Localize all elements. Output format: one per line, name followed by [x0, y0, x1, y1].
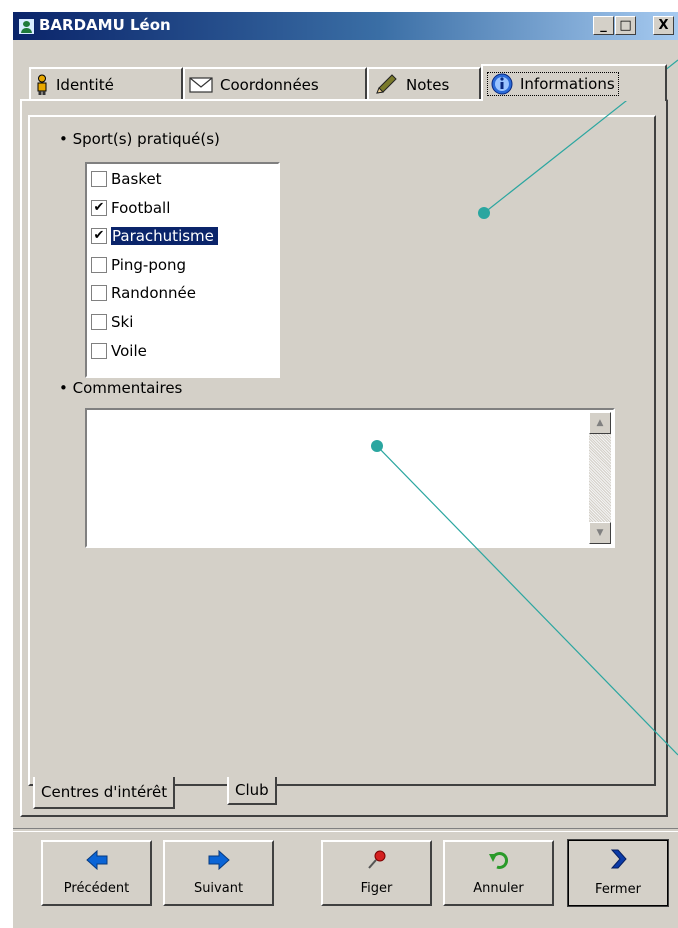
sports-label: • Sport(s) pratiqué(s): [59, 130, 220, 148]
dialog-window: BARDAMU Léon _ □ X Identité Coordonnées …: [13, 12, 678, 928]
close-dialog-button[interactable]: Fermer: [567, 839, 669, 907]
comments-scrollbar[interactable]: ▲ ▼: [589, 412, 611, 544]
window-title: BARDAMU Léon: [39, 16, 171, 34]
person-icon: [35, 74, 49, 96]
arrow-left-icon: [85, 850, 108, 870]
sport-item-label: Voile: [111, 341, 147, 360]
close-button[interactable]: X: [653, 16, 674, 35]
close-dialog-button-label: Fermer: [595, 882, 641, 897]
subtab-club-label: Club: [235, 781, 269, 799]
sport-item-label: Basket: [111, 170, 162, 188]
sport-item[interactable]: Ski: [91, 309, 133, 335]
cancel-button[interactable]: Annuler: [443, 840, 554, 906]
pin-button[interactable]: Figer: [321, 840, 432, 906]
maximize-button[interactable]: □: [615, 16, 636, 35]
tab-notes-label: Notes: [406, 75, 450, 94]
pin-button-label: Figer: [360, 881, 393, 896]
title-bar[interactable]: BARDAMU Léon _ □ X: [13, 12, 678, 40]
bullet-icon: •: [59, 379, 73, 397]
tab-coordonnees-label: Coordonnées: [220, 75, 319, 94]
tab-identite-label: Identité: [56, 75, 114, 94]
checkbox-checked[interactable]: ✔: [91, 228, 107, 245]
sport-item[interactable]: Ping-pong: [91, 252, 186, 278]
comments-textarea[interactable]: ▲ ▼: [85, 408, 615, 548]
separator: [13, 828, 678, 832]
sport-item[interactable]: ✔ Parachutisme: [91, 223, 218, 249]
checkbox-checked[interactable]: ✔: [91, 199, 107, 216]
bullet-icon: •: [59, 130, 73, 148]
sports-listbox[interactable]: Basket ✔ Football ✔ Parachutisme Ping-pong Ran…: [85, 162, 280, 378]
chevron-right-icon: [609, 849, 627, 869]
sport-item-label: Football: [111, 198, 171, 217]
sport-item[interactable]: Voile: [91, 338, 147, 364]
subtab-centres-interet-label: Centres d'intérêt: [41, 783, 168, 801]
arrow-right-icon: [208, 850, 230, 870]
next-button-label: Suivant: [193, 881, 244, 896]
subtab-club[interactable]: Club: [227, 777, 277, 805]
envelope-icon: [189, 76, 213, 93]
pencil-icon: [373, 73, 399, 97]
tab-identite[interactable]: Identité: [29, 67, 183, 100]
sport-item[interactable]: Randonnée: [91, 280, 196, 306]
pushpin-icon: [366, 850, 388, 870]
tab-informations[interactable]: Informations: [481, 64, 667, 101]
previous-button-label: Précédent: [63, 881, 130, 896]
sport-item[interactable]: Basket: [91, 166, 162, 192]
previous-button[interactable]: Précédent: [41, 840, 152, 906]
next-button[interactable]: Suivant: [163, 840, 274, 906]
sport-item-label: Parachutisme: [111, 227, 218, 246]
checkbox[interactable]: [91, 342, 107, 359]
checkbox[interactable]: [91, 171, 107, 187]
tab-focus-ring: Informations: [487, 71, 619, 96]
checkbox[interactable]: [91, 256, 107, 273]
cancel-button-label: Annuler: [473, 881, 524, 896]
tab-coordonnees[interactable]: Coordonnées: [183, 67, 367, 100]
undo-icon: [488, 850, 510, 870]
sport-item-label: Ski: [111, 313, 134, 331]
tab-notes[interactable]: Notes: [367, 67, 481, 100]
checkbox[interactable]: [91, 285, 107, 302]
tab-informations-label: Informations: [520, 74, 615, 93]
contact-icon: [18, 18, 35, 35]
subtab-centres-interet[interactable]: Centres d'intérêt: [33, 777, 176, 809]
checkbox[interactable]: [91, 314, 107, 330]
sport-item-label: Randonnée: [111, 284, 196, 303]
minimize-button[interactable]: _: [593, 16, 614, 35]
sport-item-label: Ping-pong: [111, 255, 187, 274]
scroll-up-button[interactable]: ▲: [589, 412, 611, 434]
sport-item[interactable]: ✔ Football: [91, 195, 170, 221]
comments-label: • Commentaires: [59, 379, 183, 397]
info-icon: [491, 73, 513, 95]
scroll-down-button[interactable]: ▼: [589, 522, 611, 544]
